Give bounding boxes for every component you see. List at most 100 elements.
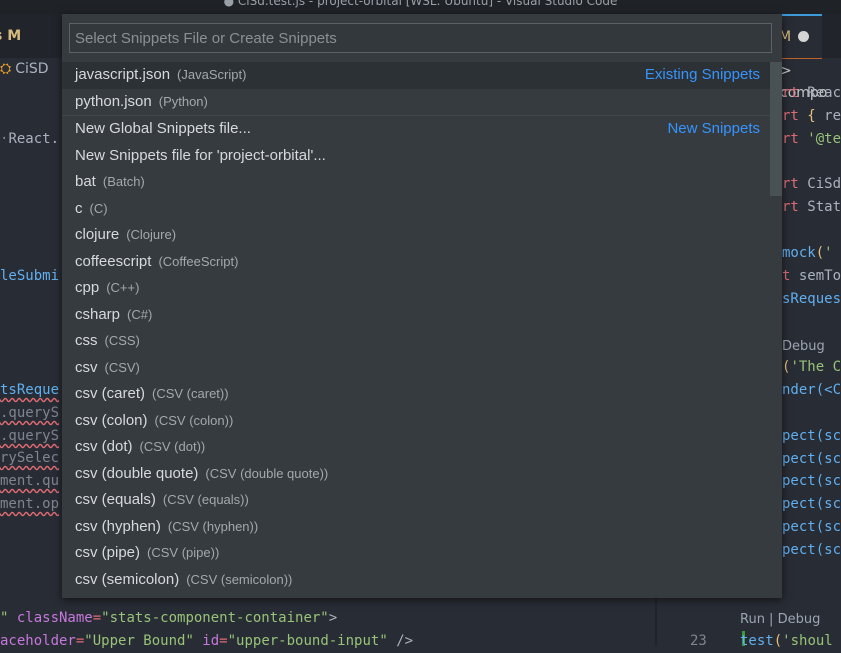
code-line: pect(sc: [782, 451, 841, 467]
tab-label: s M: [0, 28, 22, 44]
quick-pick-item[interactable]: csv (hyphen) (CSV (hyphen)): [62, 514, 770, 541]
quick-pick-item[interactable]: csv (CSV): [62, 355, 770, 382]
item-description: (CSV (double quote)): [205, 465, 329, 481]
code-line: rt { re: [782, 108, 841, 124]
item-description: (C++): [106, 280, 140, 295]
item-description: (CSV (hyphen)): [167, 518, 259, 534]
code-line: test('shoul: [740, 633, 833, 649]
quick-pick-item[interactable]: csv (equals) (CSV (equals)): [62, 487, 770, 514]
code-line: ('The C: [782, 359, 841, 375]
code-line: tsReque: [0, 382, 60, 398]
quick-pick-item[interactable]: bat (Batch): [62, 169, 770, 196]
item-label: javascript.json: [75, 66, 171, 83]
code-line: .queryS: [0, 428, 60, 444]
code-line: pect(sc: [782, 519, 841, 535]
item-label: csv (pipe): [75, 544, 141, 561]
item-description: (CSV (colon)): [154, 412, 234, 428]
breadcrumb-item: CiSD: [15, 61, 49, 77]
quick-pick-item[interactable]: cpp (C++): [62, 275, 770, 302]
item-description: (CSV (semicolon)): [186, 571, 293, 587]
item-label: csv (double quote): [75, 464, 199, 482]
quick-pick-item[interactable]: New Snippets file for 'project-orbital'.…: [62, 143, 770, 170]
quick-pick-item[interactable]: New Global Snippets file... New Snippets: [62, 115, 770, 143]
code-line: pect(sc: [782, 473, 841, 489]
code-line: pect(sc: [782, 428, 841, 444]
item-description: (C): [89, 200, 108, 216]
editor-tab-left[interactable]: s M: [0, 14, 62, 58]
code-line: .queryS: [0, 405, 60, 421]
symbol-class-icon: ⛭: [0, 61, 12, 77]
quick-pick-item[interactable]: python.json (Python): [62, 89, 770, 116]
quick-pick-item[interactable]: javascript.json (JavaScript) Existing Snip…: [62, 62, 770, 89]
item-label: New Snippets file for 'project-orbital'.…: [75, 146, 326, 164]
item-label: bat: [75, 173, 96, 190]
group-label: New Snippets: [667, 120, 760, 137]
item-label: css: [75, 332, 98, 349]
item-description: (Clojure): [126, 227, 177, 242]
code-line: rt Reac: [782, 85, 841, 101]
quick-pick-list: javascript.json (JavaScript) Existing Snip…: [62, 62, 770, 598]
quick-pick-item[interactable]: coffeescript (CoffeeScript): [62, 249, 770, 276]
quick-pick-item[interactable]: csv (dot) (CSV (dot)): [62, 434, 770, 461]
item-description: (CSV (pipe)): [147, 545, 220, 560]
code-line: pect(sc: [782, 542, 841, 558]
codelens-run-debug[interactable]: Run | Debug: [740, 609, 820, 631]
item-label: New Global Snippets file...: [75, 120, 251, 137]
item-label: csv (caret): [75, 385, 146, 402]
quick-pick-scrollbar[interactable]: [770, 62, 782, 598]
quick-pick-item[interactable]: csv (colon) (CSV (colon)): [62, 408, 770, 435]
item-label: csv: [75, 358, 98, 376]
code-line: aceholder="Upper Bound" id="upper-bound-…: [0, 633, 414, 649]
item-description: (CoffeeScript): [158, 253, 239, 269]
quick-pick-item[interactable]: csv (caret) (CSV (caret)): [62, 381, 770, 408]
item-label: coffeescript: [75, 252, 152, 270]
quick-pick-item[interactable]: csharp (C#): [62, 302, 770, 329]
item-description: (Python): [158, 93, 208, 109]
scrollbar-thumb[interactable]: [770, 62, 782, 196]
code-line: t semTo: [782, 268, 841, 284]
item-label: cpp: [75, 279, 100, 296]
code-line: mock(': [782, 245, 833, 261]
unsaved-dot-icon[interactable]: [798, 31, 809, 42]
item-description: (JavaScript): [177, 67, 247, 82]
item-description: (CSV (dot)): [139, 439, 206, 454]
codelens-debug[interactable]: Debug: [782, 336, 825, 358]
item-label: csv (colon): [75, 411, 148, 429]
code-line: " className="stats-component-container">: [0, 610, 338, 626]
item-label: clojure: [75, 226, 120, 243]
item-label: python.json: [75, 92, 152, 110]
item-label: c: [75, 199, 83, 217]
group-label: Existing Snippets: [644, 66, 760, 83]
quick-pick-item[interactable]: css (CSS): [62, 328, 770, 355]
window-title: ● CiSd.test.js - project-orbital [WSL: U…: [0, 0, 841, 14]
code-line: ·React.: [0, 131, 60, 147]
item-label: csv (semicolon): [75, 570, 180, 588]
breadcrumb-left[interactable]: ⛭ CiSD: [0, 58, 62, 80]
item-description: (CSS): [104, 333, 140, 348]
item-label: csv (dot): [75, 438, 133, 455]
code-line: leSubmi: [0, 268, 60, 284]
quick-pick-item[interactable]: csv (double quote) (CSV (double quote)): [62, 461, 770, 488]
item-label: csv (equals): [75, 491, 156, 508]
code-line: rt CiSd: [782, 176, 841, 192]
code-line: ment.op: [0, 496, 60, 512]
quick-pick-widget: javascript.json (JavaScript) Existing Snip…: [62, 14, 782, 598]
item-description: (Batch): [102, 174, 145, 189]
quick-pick-input[interactable]: [69, 23, 772, 53]
quick-pick-item[interactable]: c (C): [62, 196, 770, 223]
quick-pick-item[interactable]: csv (semicolon) (CSV (semicolon)): [62, 567, 770, 594]
item-description: (CSV (equals)): [162, 492, 249, 507]
editor-tab-active[interactable]: M: [779, 14, 822, 59]
item-description: (CSV): [104, 359, 140, 375]
item-description: (CSV (caret)): [152, 386, 229, 401]
quick-pick-item[interactable]: csv (pipe) (CSV (pipe)): [62, 540, 770, 567]
quick-pick-item[interactable]: clojure (Clojure): [62, 222, 770, 249]
code-line: pect(sc: [782, 496, 841, 512]
code-line: rt Stat: [782, 199, 841, 215]
code-line: rySelec: [0, 450, 60, 466]
item-description: (C#): [127, 306, 153, 322]
code-line: rt '@te: [782, 131, 841, 147]
code-line: ment.qu: [0, 473, 60, 489]
item-label: csv (hyphen): [75, 517, 161, 535]
item-label: csharp: [75, 305, 121, 323]
